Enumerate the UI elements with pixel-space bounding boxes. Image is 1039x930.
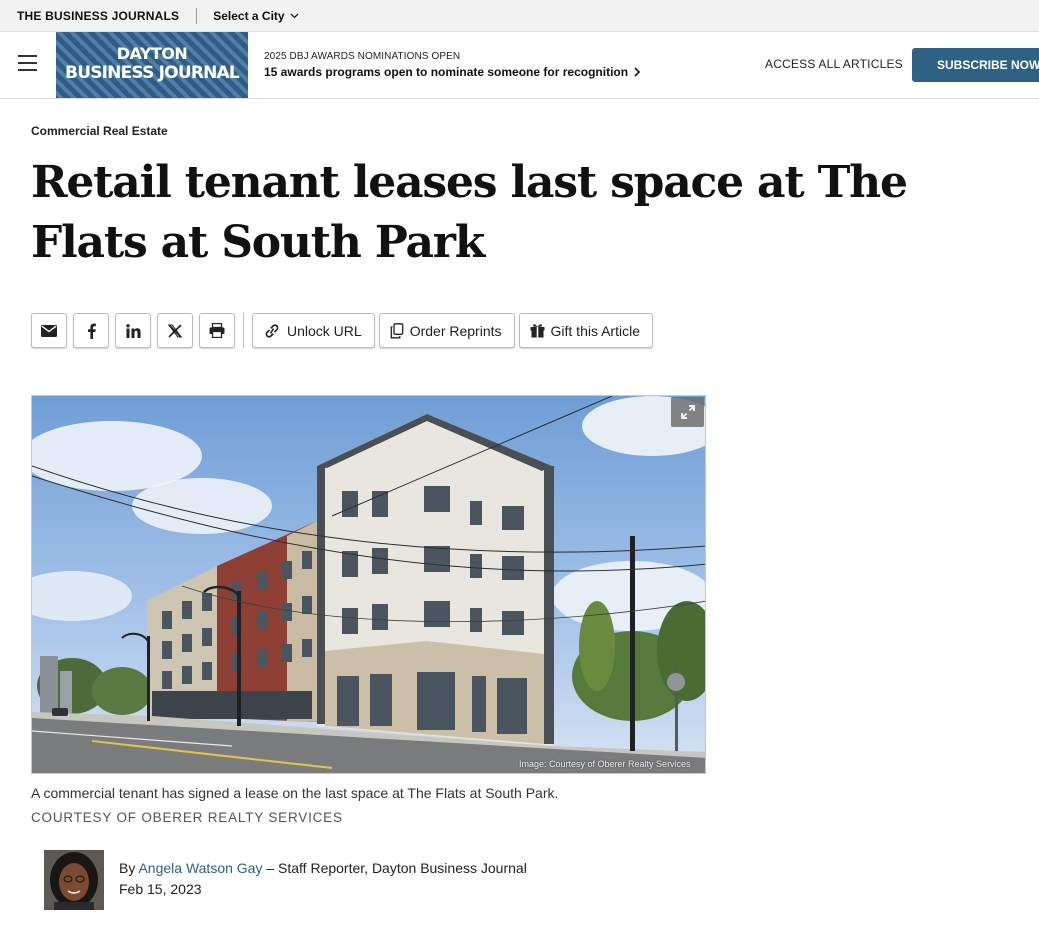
image-credit-overlay: Image: Courtesy of Oberer Realty Service…: [519, 759, 691, 769]
author-avatar[interactable]: [44, 850, 104, 910]
network-brand[interactable]: THE BUSINESS JOURNALS: [17, 9, 179, 23]
chevron-right-icon: [634, 67, 641, 77]
link-icon: [265, 323, 279, 338]
x-share-button[interactable]: [157, 313, 193, 348]
divider: [196, 7, 198, 24]
email-icon: [41, 324, 57, 337]
building-photo: [32, 396, 705, 773]
promo-text: 15 awards programs open to nominate some…: [264, 65, 629, 79]
toolbar-divider: [243, 313, 244, 348]
email-share-button[interactable]: [31, 313, 67, 348]
expand-image-button[interactable]: [671, 397, 704, 427]
facebook-icon: [87, 323, 96, 339]
image-caption: A commercial tenant has signed a lease o…: [31, 785, 559, 801]
access-all-articles-link[interactable]: ACCESS ALL ARTICLES: [765, 57, 903, 71]
print-icon: [209, 323, 225, 338]
promo-link[interactable]: 15 awards programs open to nominate some…: [264, 65, 641, 79]
article-headline: Retail tenant leases last space at The F…: [31, 157, 908, 268]
print-button[interactable]: [199, 313, 235, 348]
chevron-down-icon: [290, 13, 299, 18]
author-role: – Staff Reporter, Dayton Business Journa…: [262, 860, 527, 876]
logo-line-1: DAYTON: [116, 44, 188, 63]
unlock-url-label: Unlock URL: [287, 322, 362, 339]
site-header: DAYTON BUSINESS JOURNAL 2025 DBJ AWARDS …: [0, 32, 1039, 99]
section-label[interactable]: Commercial Real Estate: [31, 124, 168, 138]
gift-article-label: Gift this Article: [550, 322, 640, 339]
article-image[interactable]: [31, 395, 706, 774]
unlock-url-button[interactable]: Unlock URL: [252, 313, 375, 348]
author-photo: [44, 850, 104, 910]
order-reprints-button[interactable]: Order Reprints: [378, 313, 515, 348]
linkedin-share-button[interactable]: [115, 313, 151, 348]
expand-icon: [680, 405, 695, 419]
city-selector-label: Select a City: [213, 8, 285, 23]
x-icon: [168, 323, 182, 338]
logo-line-2: BUSINESS JOURNAL: [65, 63, 240, 83]
promo-banner[interactable]: 2025 DBJ AWARDS NOMINATIONS OPEN 15 awar…: [264, 51, 641, 79]
site-logo[interactable]: DAYTON BUSINESS JOURNAL: [56, 32, 248, 98]
copy-icon: [390, 322, 404, 338]
subscribe-button[interactable]: SUBSCRIBE NOW: [912, 48, 1039, 82]
gift-article-button[interactable]: Gift this Article: [518, 313, 653, 348]
gift-icon: [530, 324, 545, 338]
publish-date: Feb 15, 2023: [119, 881, 202, 897]
network-bar: THE BUSINESS JOURNALS Select a City: [0, 0, 1039, 32]
promo-kicker: 2025 DBJ AWARDS NOMINATIONS OPEN: [264, 51, 461, 62]
share-toolbar: Unlock URL Order Reprints Gift this Arti…: [31, 312, 657, 349]
linkedin-icon: [125, 323, 140, 338]
order-reprints-label: Order Reprints: [409, 322, 502, 339]
image-courtesy: COURTESY OF OBERER REALTY SERVICES: [31, 810, 343, 825]
byline: By Angela Watson Gay – Staff Reporter, D…: [119, 860, 527, 876]
city-selector[interactable]: Select a City: [213, 8, 299, 23]
facebook-share-button[interactable]: [73, 313, 109, 348]
menu-icon[interactable]: [18, 55, 37, 71]
author-link[interactable]: Angela Watson Gay: [138, 860, 262, 876]
byline-prefix: By: [119, 860, 136, 876]
